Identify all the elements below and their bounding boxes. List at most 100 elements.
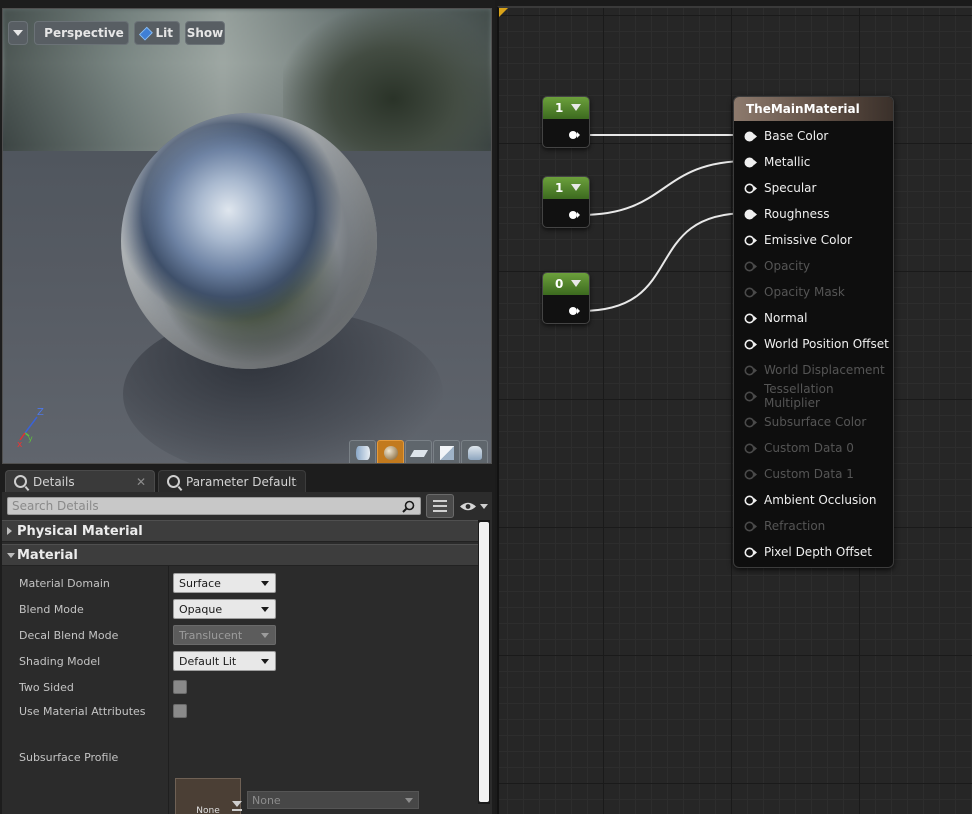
empty-pin-icon <box>744 443 757 453</box>
tab-parameter-defaults-label: Parameter Defaults <box>186 474 297 489</box>
cylinder-preview-button[interactable] <box>349 440 376 463</box>
pin-specular[interactable]: Specular <box>744 179 816 197</box>
pin-base-color[interactable]: Base Color <box>744 127 828 145</box>
lit-cube-icon <box>138 26 153 40</box>
tab-parameter-defaults[interactable]: Parameter Defaults <box>158 470 306 492</box>
output-pin-icon[interactable] <box>568 130 580 140</box>
sphere-preview-button[interactable] <box>377 440 404 463</box>
scrollbar-thumb[interactable] <box>479 522 489 802</box>
property-two-sided: Two Sided <box>2 676 478 698</box>
pin-label: Opacity <box>764 259 811 273</box>
search-input[interactable] <box>7 497 421 515</box>
pin-label: Custom Data 1 <box>764 467 854 481</box>
collapse-arrow-icon[interactable] <box>571 184 581 191</box>
property-label: Two Sided <box>19 681 74 694</box>
empty-pin-icon[interactable] <box>744 339 758 350</box>
tab-details[interactable]: Details ✕ <box>5 470 155 492</box>
material-domain-combo[interactable]: Surface <box>173 573 276 593</box>
connected-pin-icon[interactable] <box>744 157 758 168</box>
chevron-down-icon <box>7 553 15 558</box>
material-preview-viewport[interactable]: Perspective Lit Show Z x y <box>2 8 492 464</box>
details-search-row <box>2 492 492 520</box>
category-physical-material[interactable]: Physical Material <box>2 520 478 542</box>
details-tab-bar: Details ✕ Parameter Defaults <box>2 466 492 492</box>
pin-label: Pixel Depth Offset <box>764 545 872 559</box>
details-property-list: Physical Material Material Material Doma… <box>2 520 478 814</box>
search-icon <box>402 500 415 513</box>
main-material-node-title: TheMainMaterial <box>734 97 893 121</box>
property-matrix-button[interactable] <box>426 494 454 518</box>
pin-world-position-offset[interactable]: World Position Offset <box>744 335 889 353</box>
show-button[interactable]: Show <box>185 21 225 45</box>
main-material-node[interactable]: TheMainMaterial Base Color Metallic Specul… <box>733 96 894 568</box>
left-panel: Perspective Lit Show Z x y Details ✕ Par… <box>0 0 495 814</box>
pin-metallic[interactable]: Metallic <box>744 153 810 171</box>
show-label: Show <box>186 26 224 40</box>
magnifier-icon <box>167 475 180 488</box>
custom-mesh-preview-button[interactable] <box>461 440 488 463</box>
pin-opacity-mask: Opacity Mask <box>744 283 845 301</box>
chevron-down-icon <box>261 581 269 586</box>
perspective-button[interactable]: Perspective <box>34 21 129 45</box>
output-pin-icon[interactable] <box>568 210 580 220</box>
empty-pin-icon[interactable] <box>744 313 758 324</box>
plane-preview-button[interactable] <box>405 440 432 463</box>
output-pin-icon[interactable] <box>568 306 580 316</box>
collapse-arrow-icon[interactable] <box>571 280 581 287</box>
combo-value: Opaque <box>179 602 223 616</box>
pin-normal[interactable]: Normal <box>744 309 807 327</box>
constant-node[interactable]: 1 <box>542 96 590 148</box>
close-icon[interactable]: ✕ <box>136 475 146 489</box>
pin-pixel-depth-offset[interactable]: Pixel Depth Offset <box>744 543 872 561</box>
view-options-button[interactable] <box>456 495 490 517</box>
chevron-down-icon <box>405 798 413 803</box>
pin-ambient-occlusion[interactable]: Ambient Occlusion <box>744 491 876 509</box>
property-label: Shading Model <box>19 655 101 668</box>
pin-label: Refraction <box>764 519 826 533</box>
connected-pin-icon[interactable] <box>744 131 758 142</box>
constant-node-header: 0 <box>543 273 589 295</box>
category-material[interactable]: Material <box>2 544 478 566</box>
empty-pin-icon[interactable] <box>744 547 758 558</box>
svg-text:Z: Z <box>37 407 44 418</box>
shading-model-combo[interactable]: Default Lit <box>173 651 276 671</box>
pin-roughness[interactable]: Roughness <box>744 205 829 223</box>
property-shading-model: Shading Model Default Lit <box>2 650 478 672</box>
blend-mode-combo[interactable]: Opaque <box>173 599 276 619</box>
pin-opacity: Opacity <box>744 257 810 275</box>
property-label: Use Material Attributes <box>19 705 146 718</box>
empty-pin-icon[interactable] <box>744 495 758 506</box>
view-mode-button[interactable]: Lit <box>134 21 180 45</box>
cube-icon <box>439 446 454 460</box>
decal-blend-mode-combo: Translucent <box>173 625 276 645</box>
constant-node[interactable]: 0 <box>542 272 590 324</box>
chevron-down-icon <box>13 30 23 36</box>
collapse-arrow-icon[interactable] <box>571 104 581 111</box>
pin-label: Opacity Mask <box>764 285 845 299</box>
constant-value: 0 <box>555 277 564 291</box>
viewport-options-button[interactable] <box>8 21 28 45</box>
pin-label: Base Color <box>764 129 829 143</box>
tab-details-label: Details <box>33 474 75 489</box>
empty-pin-icon <box>744 469 757 479</box>
pin-label: World Position Offset <box>764 337 889 351</box>
empty-pin-icon[interactable] <box>744 235 758 246</box>
details-scrollbar[interactable] <box>478 520 490 804</box>
material-graph-canvas[interactable]: 1 1 0 TheMainMaterial Base Color Metallic… <box>497 6 972 814</box>
use-material-attributes-checkbox[interactable] <box>173 704 187 718</box>
connected-pin-icon[interactable] <box>744 209 758 220</box>
chevron-right-icon <box>7 527 12 535</box>
subsurface-profile-combo[interactable]: None <box>247 791 419 809</box>
pin-world-displacement: World Displacement <box>744 361 885 379</box>
pin-label: Subsurface Color <box>764 415 867 429</box>
wire-metallic <box>580 160 749 216</box>
preview-shape-toolbar <box>349 440 488 463</box>
two-sided-checkbox[interactable] <box>173 680 187 694</box>
pin-emissive-color[interactable]: Emissive Color <box>744 231 852 249</box>
empty-pin-icon[interactable] <box>744 183 758 194</box>
pin-tessellation-multiplier: Tessellation Multiplier <box>744 382 893 410</box>
list-view-icon <box>433 500 447 512</box>
cube-preview-button[interactable] <box>433 440 460 463</box>
constant-value: 1 <box>555 101 564 115</box>
constant-node[interactable]: 1 <box>542 176 590 228</box>
